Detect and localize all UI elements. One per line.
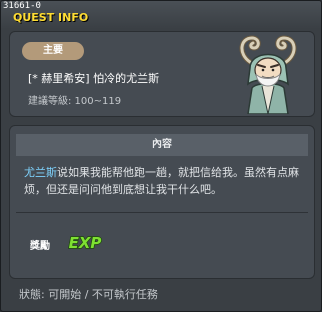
npc-portrait-icon [239,35,297,114]
quest-category-badge: 主要 [22,42,84,60]
window-titlebar[interactable]: 31661-0 QUEST INFO [1,1,321,29]
npc-name-link[interactable]: 尤兰斯 [24,166,57,179]
quest-content-panel: 內容 尤兰斯说如果我能帮他跑一趟，就把信给我。虽然有点麻烦，但还是问问他到底想让… [9,125,315,279]
quest-description: 尤兰斯说如果我能帮他跑一趟，就把信给我。虽然有点麻烦，但还是问问他到底想让我干什… [24,164,306,198]
content-section-header: 內容 [16,134,308,156]
window-title: QUEST INFO [13,11,89,24]
quest-info-window: 31661-0 QUEST INFO 主要 [* 赫里希安] 怕冷的尤兰斯 建議… [0,0,322,312]
quest-summary-panel: 主要 [* 赫里希安] 怕冷的尤兰斯 建議等級: 100~119 [9,31,315,117]
exp-reward-icon[interactable]: EXP [68,230,102,254]
section-divider [16,212,308,213]
exp-icon-text: EXP [69,234,102,252]
description-text: 说如果我能帮他跑一趟，就把信给我。虽然有点麻烦，但还是问问他到底想让我干什么吧。 [24,166,299,196]
reward-row: 獎勵 EXP [16,218,308,268]
quest-name: [* 赫里希安] 怕冷的尤兰斯 [28,72,160,85]
quest-status: 狀態: 可開始 / 不可執行任務 [19,288,158,301]
reward-label: 獎勵 [30,241,50,252]
recommended-level: 建議等級: 100~119 [28,96,122,107]
quest-id: 31661-0 [3,1,41,11]
